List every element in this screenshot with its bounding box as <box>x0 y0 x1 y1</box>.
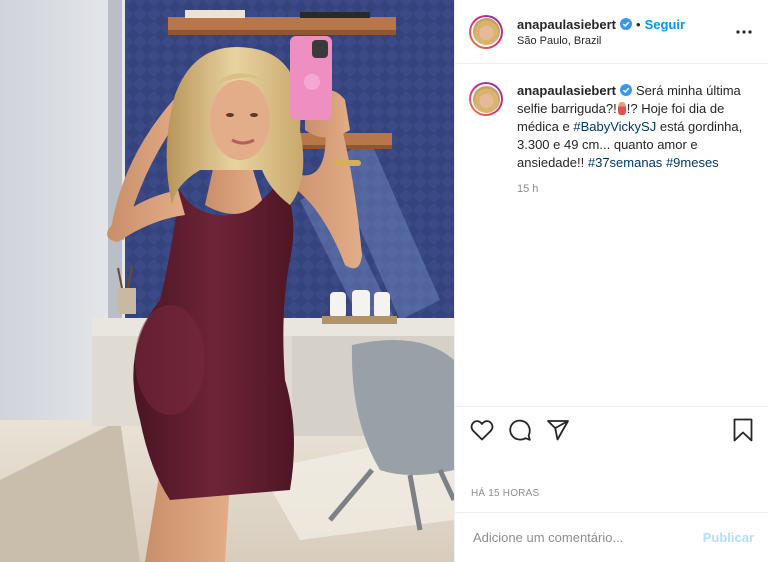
post-header: anapaulasiebert • Seguir São Paulo, Braz… <box>455 0 768 64</box>
save-button[interactable] <box>730 417 756 443</box>
caption-username[interactable]: anapaulasiebert <box>517 83 616 98</box>
caption-avatar[interactable] <box>469 82 503 116</box>
heart-icon <box>470 419 494 440</box>
like-button[interactable] <box>469 417 495 443</box>
post-location[interactable]: São Paulo, Brazil <box>517 35 728 47</box>
bookmark-icon <box>733 418 753 441</box>
caption-text: anapaulasiebert Será minha última selfie … <box>517 83 743 170</box>
post-panel: anapaulasiebert • Seguir São Paulo, Braz… <box>454 0 768 562</box>
hashtag-link[interactable]: #BabyVickySJ <box>573 119 656 134</box>
share-button[interactable] <box>545 417 571 443</box>
hashtag-link[interactable]: #9meses <box>666 155 719 170</box>
post-image <box>0 0 454 562</box>
post-photo[interactable] <box>0 0 454 562</box>
author-avatar[interactable] <box>469 14 503 49</box>
hashtag-link[interactable]: #37semanas <box>588 155 662 170</box>
post-date[interactable]: HÁ 15 HORAS <box>471 488 539 499</box>
post-caption: anapaulasiebert Será minha última selfie … <box>455 64 768 198</box>
avatar-image <box>472 85 500 113</box>
instagram-post: anapaulasiebert • Seguir São Paulo, Braz… <box>0 0 768 562</box>
caption-timestamp: 15 h <box>517 183 539 195</box>
pregnant-emoji-icon <box>617 102 626 115</box>
comment-button[interactable] <box>507 417 533 443</box>
action-bar <box>455 406 768 452</box>
author-username[interactable]: anapaulasiebert <box>517 17 616 32</box>
avatar-image <box>472 18 500 45</box>
verified-badge-icon <box>620 84 632 96</box>
comment-input[interactable] <box>471 529 703 546</box>
comment-bar: Publicar <box>455 512 768 562</box>
more-options-icon[interactable] <box>734 22 754 42</box>
verified-badge-icon <box>620 18 632 30</box>
comment-icon <box>509 419 531 441</box>
publish-button[interactable]: Publicar <box>703 530 754 545</box>
separator-dot: • <box>636 16 641 32</box>
share-icon <box>547 419 569 440</box>
follow-button[interactable]: Seguir <box>645 17 685 32</box>
